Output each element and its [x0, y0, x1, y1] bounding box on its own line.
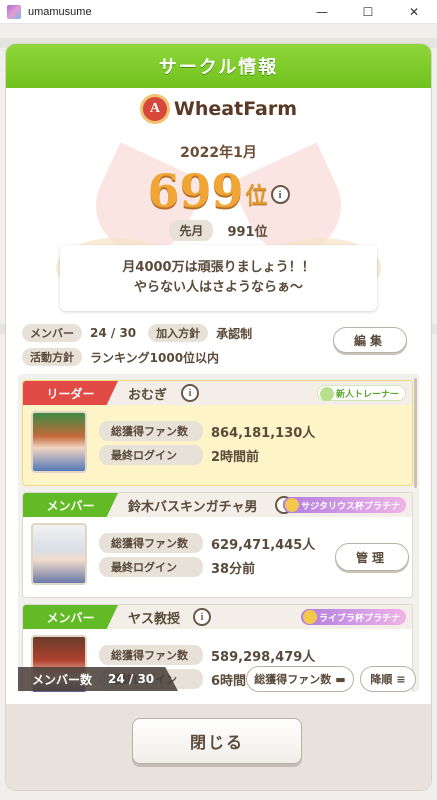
circle-motto: 月4000万は頑張りましょう！！ やらない人はさようならぁ～: [60, 245, 377, 311]
trainer-title-badge: サジタリウス杯プラチナ: [283, 497, 406, 513]
last-login-row: 最終ログイン 38分前: [99, 557, 255, 577]
motto-line-2: やらない人はさようならぁ～: [133, 280, 303, 295]
member-list-scrollbar[interactable]: [414, 378, 417, 488]
fans-label: 総獲得ファン数: [99, 533, 203, 553]
ranking-period: 2022年1月: [180, 145, 257, 161]
ranking-suffix: 位: [245, 184, 268, 209]
trainer-title: サジタリウス杯プラチナ: [301, 501, 400, 512]
activity-policy-value: ランキング1000位以内: [90, 350, 220, 365]
descending-icon: ≡: [396, 672, 406, 686]
member-count-label: メンバー数: [32, 672, 93, 687]
avatar[interactable]: [31, 523, 87, 585]
close-button[interactable]: 閉じる: [132, 718, 302, 764]
motto-line-1: 月4000万は頑張りましょう！！: [122, 260, 315, 275]
member-name: おむぎ: [128, 388, 168, 403]
fans-label: 総獲得ファン数: [99, 645, 203, 665]
ranking-row: 699 位 i: [6, 164, 431, 218]
title-badge-icon: [285, 498, 300, 512]
circle-name-row: A WheatFarm: [6, 94, 431, 124]
close-window-button[interactable]: ✕: [391, 0, 437, 24]
order-label: 降順: [370, 673, 393, 686]
dialog-footer: 閉じる: [6, 704, 431, 790]
member-card[interactable]: リーダー おむぎ i 新人トレーナー 総獲得ファン数 864,181,130人 …: [22, 380, 413, 486]
previous-month-value: 991位: [227, 225, 268, 240]
previous-month-label: 先月: [169, 220, 214, 241]
window-titlebar: umamusume — ☐ ✕: [0, 0, 437, 24]
order-button[interactable]: 降順 ≡: [360, 666, 416, 692]
circle-info-dialog: サークル情報 A WheatFarm 2022年1月 699 位 i 先月 99…: [6, 44, 431, 790]
member-list[interactable]: リーダー おむぎ i 新人トレーナー 総獲得ファン数 864,181,130人 …: [18, 374, 419, 692]
last-login-value: 2時間前: [211, 449, 260, 465]
member-count-value: 24 / 30: [108, 672, 155, 686]
trainer-title-badge: ライブラ杯プラチナ: [300, 609, 406, 625]
title-badge-icon: [319, 387, 334, 401]
ranking-value: 699: [147, 164, 244, 218]
trainer-title: ライブラ杯プラチナ: [318, 613, 400, 624]
last-login-value: 6時間: [211, 673, 247, 689]
window-controls: — ☐ ✕: [299, 0, 437, 24]
member-name: 鈴木バスキンガチャ男: [128, 500, 258, 515]
last-login-value: 38分前: [211, 561, 256, 577]
fans-label: 総獲得ファン数: [99, 421, 203, 441]
ranking-info-icon[interactable]: i: [270, 185, 290, 204]
member-name: ヤス教授: [128, 612, 181, 627]
title-badge-icon: [302, 610, 317, 624]
fans-row: 総獲得ファン数 864,181,130人: [99, 421, 315, 441]
dialog-title: サークル情報: [158, 57, 279, 78]
app-icon: [7, 4, 21, 19]
rank-emblem-letter: A: [149, 101, 160, 116]
role-tag-member: メンバー: [23, 605, 118, 629]
last-login-row: 最終ログイン 2時間前: [99, 445, 259, 465]
fans-row: 総獲得ファン数 629,471,445人: [99, 533, 315, 553]
trainer-title-badge: 新人トレーナー: [316, 385, 406, 401]
role-tag-leader: リーダー: [23, 381, 118, 405]
members-label: メンバー: [22, 324, 82, 342]
role-tag-member: メンバー: [23, 493, 118, 517]
circle-name: WheatFarm: [173, 98, 298, 120]
join-policy-value: 承認制: [216, 326, 253, 341]
member-info-icon[interactable]: i: [181, 384, 199, 402]
member-card[interactable]: メンバー 鈴木バスキンガチャ男 i サジタリウス杯プラチナ 総獲得ファン数 62…: [22, 492, 413, 598]
window-title: umamusume: [28, 5, 92, 18]
fans-value: 864,181,130人: [211, 425, 316, 441]
last-login-label: 最終ログイン: [99, 557, 203, 577]
minimize-button[interactable]: —: [299, 0, 345, 24]
fans-value: 589,298,479人: [211, 649, 316, 665]
member-count-bar: メンバー数 24 / 30: [18, 667, 178, 691]
previous-month-row: 先月 991位: [6, 220, 431, 241]
dialog-header: サークル情報: [6, 44, 431, 88]
members-value: 24 / 30: [90, 326, 137, 340]
last-login-label: 最終ログイン: [99, 445, 203, 465]
join-policy-label: 加入方針: [148, 324, 209, 342]
activity-policy-label: 活動方針: [22, 348, 82, 366]
trainer-title: 新人トレーナー: [335, 389, 399, 400]
circle-rank-emblem-icon: A: [139, 94, 170, 124]
maximize-button[interactable]: ☐: [345, 0, 391, 24]
sort-label: 総獲得ファン数: [254, 673, 332, 686]
sort-icon: ▬: [335, 672, 346, 686]
member-info-icon[interactable]: i: [193, 608, 211, 626]
edit-button[interactable]: 編集: [333, 327, 407, 353]
fans-value: 629,471,445人: [211, 537, 316, 553]
sort-button[interactable]: 総獲得ファン数 ▬: [246, 666, 354, 692]
fans-row: 総獲得ファン数 589,298,479人: [99, 645, 315, 665]
avatar[interactable]: [31, 411, 87, 473]
manage-button[interactable]: 管理: [335, 543, 409, 571]
